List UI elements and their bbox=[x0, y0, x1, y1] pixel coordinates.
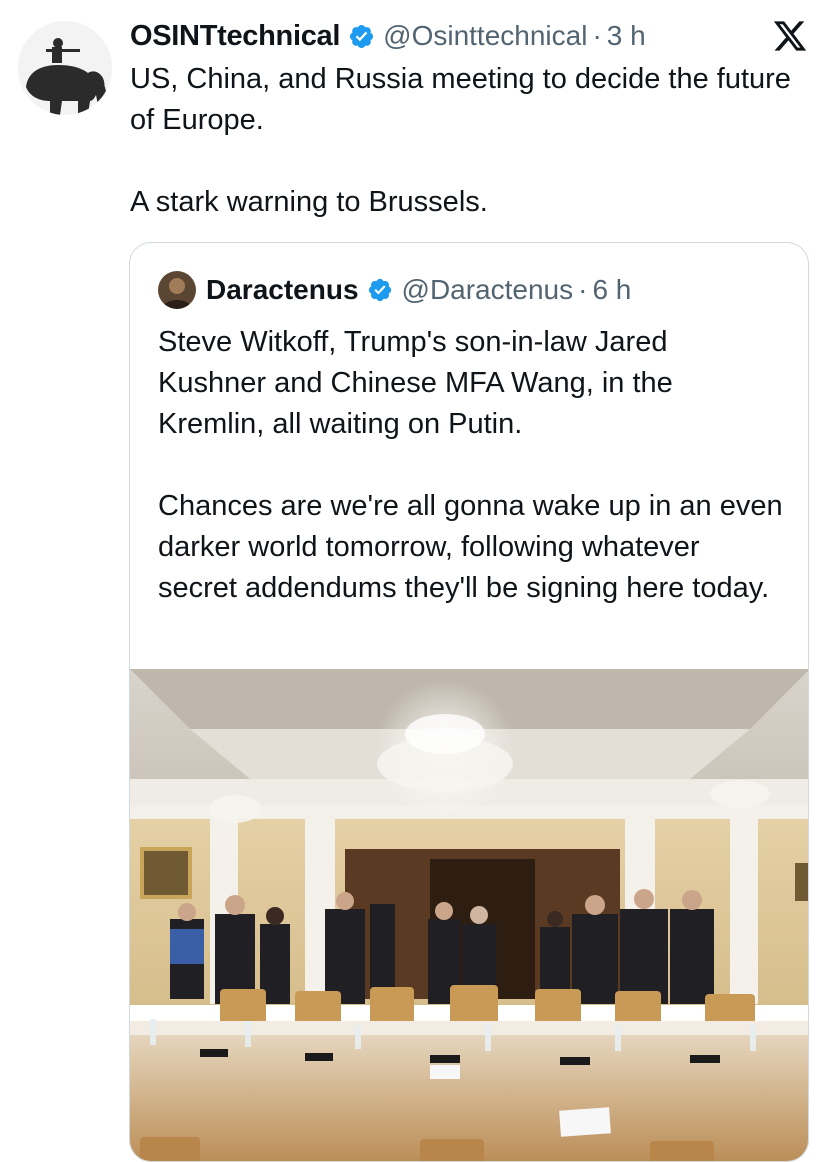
quoted-paragraph: Chances are we're all gonna wake up in a… bbox=[158, 490, 783, 604]
tweet-paragraph: A stark warning to Brussels. bbox=[130, 186, 488, 218]
tweet-text: US, China, and Russia meeting to decide … bbox=[130, 59, 810, 223]
x-logo-icon[interactable] bbox=[772, 18, 808, 54]
quoted-tweet-header: Daractenus @Daractenus · 6 h bbox=[158, 269, 631, 311]
tweet-paragraph: US, China, and Russia meeting to decide … bbox=[130, 63, 791, 136]
portrait-avatar-icon bbox=[158, 271, 196, 309]
soldier-on-elephant-icon bbox=[18, 21, 112, 115]
quoted-author-avatar[interactable] bbox=[158, 271, 196, 309]
verified-badge-icon bbox=[350, 24, 374, 48]
tweet-header: OSINTtechnical @Osinttechnical · 3 h bbox=[130, 16, 646, 56]
quoted-author-name[interactable]: Daractenus bbox=[206, 274, 359, 306]
timestamp[interactable]: 3 h bbox=[607, 20, 646, 52]
quoted-tweet-photo[interactable] bbox=[130, 669, 808, 1161]
separator: · bbox=[592, 20, 602, 51]
quoted-paragraph: Steve Witkoff, Trump's son-in-law Jared … bbox=[158, 326, 673, 440]
quoted-timestamp[interactable]: 6 h bbox=[592, 274, 631, 306]
verified-badge-icon bbox=[368, 278, 391, 302]
quoted-tweet-card[interactable]: Daractenus @Daractenus · 6 h Steve Witko… bbox=[129, 242, 809, 1162]
author-handle[interactable]: @Osinttechnical bbox=[383, 20, 587, 52]
separator: · bbox=[578, 274, 588, 305]
meeting-room-photo bbox=[130, 669, 808, 1161]
quoted-tweet-text: Steve Witkoff, Trump's son-in-law Jared … bbox=[158, 322, 783, 609]
author-name[interactable]: OSINTtechnical bbox=[130, 20, 340, 53]
author-avatar[interactable] bbox=[18, 21, 112, 115]
quoted-author-handle[interactable]: @Daractenus bbox=[402, 274, 574, 306]
